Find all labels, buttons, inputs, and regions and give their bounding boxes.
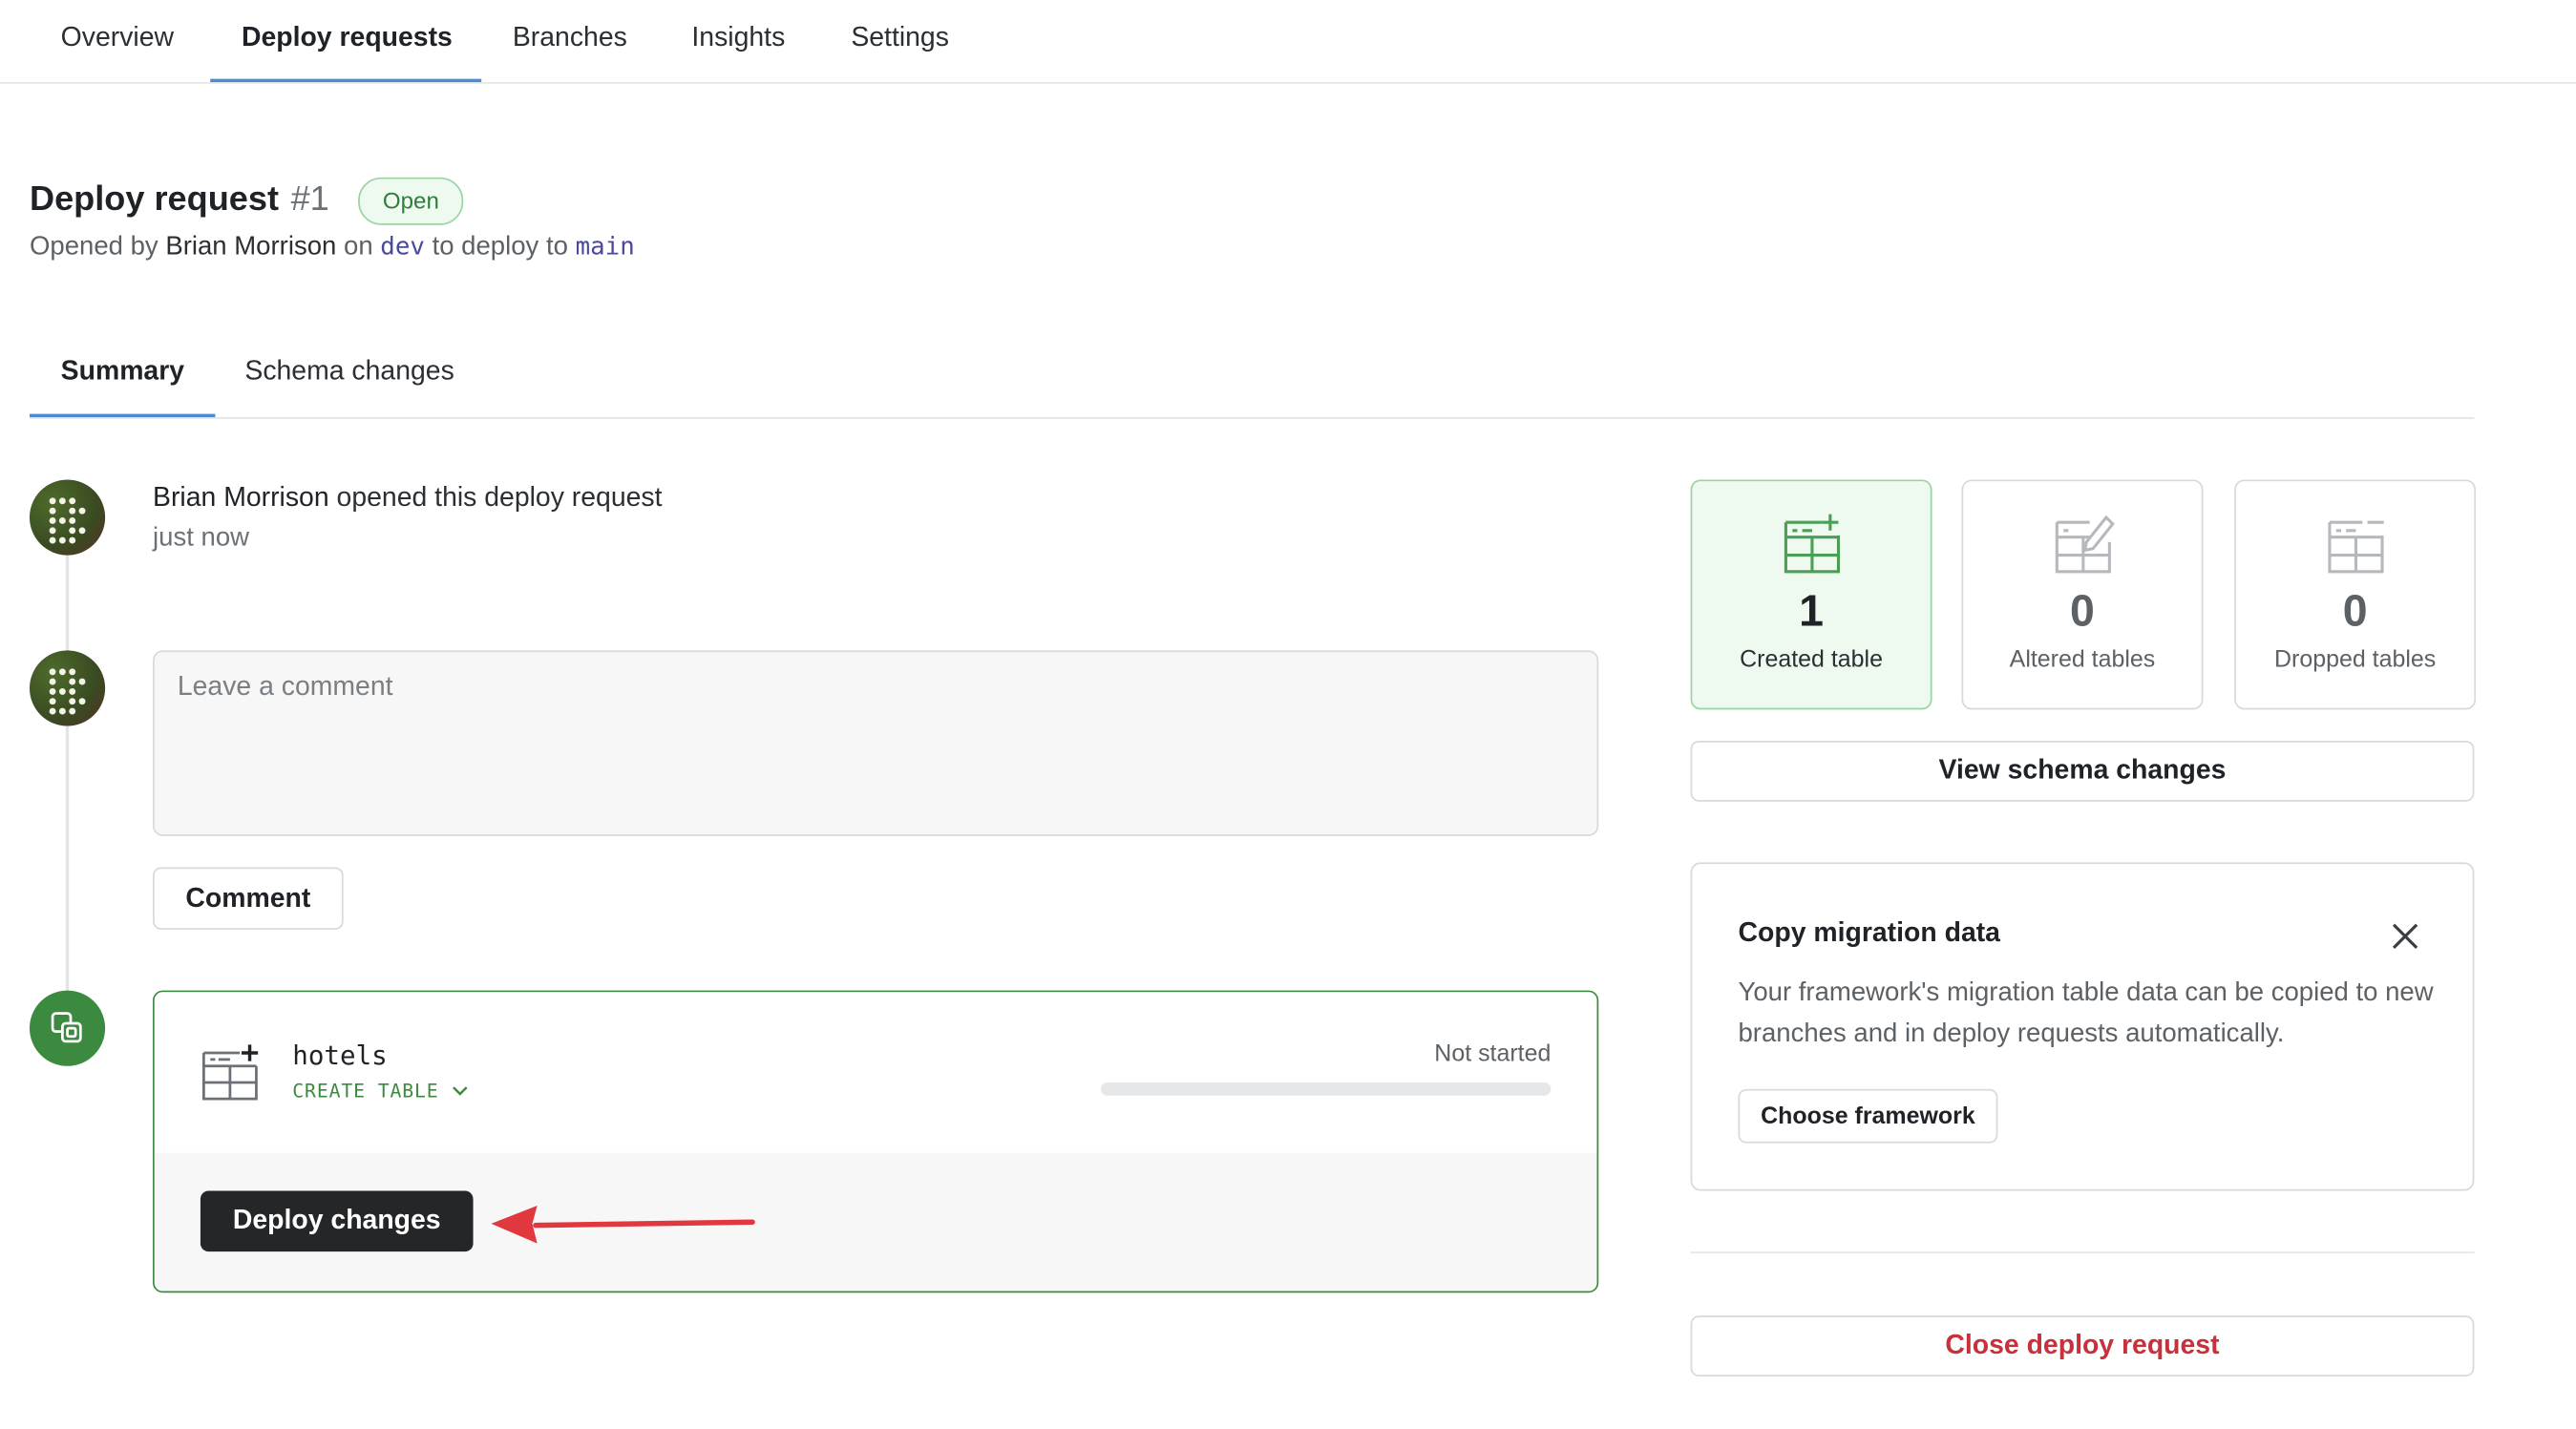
deploy-progress-bar [1100, 1082, 1552, 1096]
event-author[interactable]: Brian Morrison [153, 483, 329, 513]
dropped-count: 0 [2342, 586, 2368, 636]
nav-tab-insights[interactable]: Insights [691, 23, 785, 54]
event-action: opened this deploy request [336, 482, 663, 513]
target-branch-link[interactable]: main [576, 232, 635, 262]
dropped-tables-card: 0 Dropped tables [2234, 479, 2477, 710]
divider [1690, 1251, 2475, 1253]
top-nav: Overview Deploy requests Branches Insigh… [0, 0, 2576, 84]
table-add-icon [1784, 514, 1841, 574]
comment-button[interactable]: Comment [153, 867, 344, 930]
opened-by-label: Opened by [29, 233, 158, 262]
status-badge: Open [358, 177, 464, 225]
avatar-pattern-icon [49, 668, 86, 715]
table-name: hotels [292, 1040, 388, 1071]
close-icon[interactable] [2387, 918, 2423, 955]
timeline-line [65, 552, 70, 999]
table-remove-icon [2328, 520, 2384, 574]
view-schema-changes-button[interactable]: View schema changes [1690, 741, 2475, 802]
request-number: #1 [290, 180, 329, 219]
choose-framework-button[interactable]: Choose framework [1738, 1088, 1998, 1144]
tab-schema-changes[interactable]: Schema changes [244, 356, 454, 388]
timeline-event: Brian Morrison opened this deploy reques… [153, 483, 662, 515]
altered-count: 0 [2070, 586, 2095, 636]
tab-summary[interactable]: Summary [61, 356, 184, 388]
request-tabs: Summary Schema changes [29, 328, 2475, 419]
active-subtab-indicator [29, 413, 216, 418]
comment-input[interactable] [154, 652, 1597, 835]
operation-label: CREATE TABLE [292, 1079, 439, 1103]
nav-tab-deploy-requests[interactable]: Deploy requests [242, 23, 453, 54]
schema-change-row: hotels CREATE TABLE Not started [154, 992, 1597, 1155]
migration-description: Your framework's migration table data ca… [1738, 978, 2434, 1047]
deploy-queue-icon [29, 990, 106, 1066]
to-deploy-label: to deploy to [432, 233, 568, 262]
created-label: Created table [1740, 646, 1883, 674]
avatar [29, 479, 106, 556]
created-tables-card: 1 Created table [1690, 479, 1932, 710]
source-branch-link[interactable]: dev [380, 232, 425, 262]
deploy-card: hotels CREATE TABLE Not started Deploy c… [153, 990, 1599, 1293]
deploy-actions: Deploy changes [154, 1152, 1597, 1292]
event-timestamp: just now [153, 523, 250, 553]
on-label: on [344, 233, 373, 262]
request-subtitle: Opened by Brian Morrison on dev to deplo… [30, 232, 635, 263]
page-title: Deploy request [29, 180, 280, 219]
active-tab-indicator [210, 78, 482, 83]
nav-tab-branches[interactable]: Branches [513, 23, 627, 54]
deploy-status: Not started [1434, 1040, 1552, 1068]
nav-tab-settings[interactable]: Settings [851, 23, 949, 54]
created-count: 1 [1799, 586, 1825, 636]
close-deploy-request-button[interactable]: Close deploy request [1690, 1315, 2475, 1376]
avatar-pattern-icon [49, 497, 86, 544]
dropped-label: Dropped tables [2274, 646, 2437, 674]
author-link[interactable]: Brian Morrison [165, 233, 336, 261]
avatar [29, 650, 106, 726]
annotation-arrow-icon [491, 1205, 755, 1244]
altered-label: Altered tables [2009, 646, 2156, 674]
nav-tab-overview[interactable]: Overview [61, 23, 174, 54]
altered-tables-card: 0 Altered tables [1961, 479, 2204, 710]
migration-card: Copy migration data Your framework's mig… [1690, 862, 2475, 1191]
create-table-icon [201, 1044, 259, 1101]
table-edit-icon [2055, 515, 2115, 574]
migration-title: Copy migration data [1738, 917, 2000, 948]
deploy-changes-button[interactable]: Deploy changes [200, 1190, 474, 1252]
chevron-down-icon [452, 1086, 467, 1096]
comment-box [153, 650, 1599, 836]
operation-toggle[interactable]: CREATE TABLE [292, 1079, 467, 1103]
